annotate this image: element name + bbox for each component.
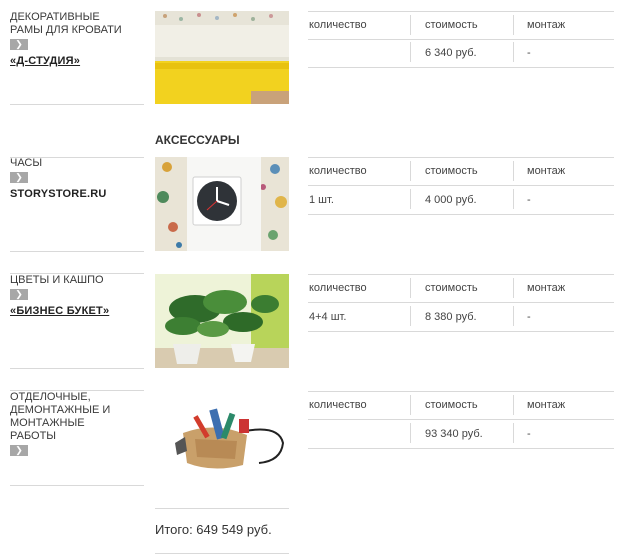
tools-photo — [155, 391, 289, 485]
mount-value: - — [527, 428, 531, 440]
cost-header: стоимость — [425, 399, 478, 411]
qty-value: 1 шт. — [309, 194, 334, 206]
chevron-right-icon[interactable]: ❯ — [10, 172, 28, 183]
qty-header: количество — [309, 282, 367, 294]
mount-value: - — [527, 47, 531, 59]
mount-header: монтаж — [527, 165, 566, 177]
mount-value: - — [527, 194, 531, 206]
item-category: ЧАСЫ — [10, 157, 43, 169]
item-4-info: ОТДЕЛОЧНЫЕ, ДЕМОНТАЖНЫЕ И МОНТАЖНЫЕ РАБО… — [10, 391, 132, 456]
divider — [10, 104, 144, 105]
cost-value: 4 000 руб. — [425, 194, 477, 206]
cost-header: стоимость — [425, 165, 478, 177]
mount-header: монтаж — [527, 399, 566, 411]
supplier-link[interactable]: STORYSTORE.RU — [10, 188, 107, 200]
cost-value: 8 380 руб. — [425, 311, 477, 323]
item-3-info: ЦВЕТЫ И КАШПО ❯ «БИЗНЕС БУКЕТ» — [10, 274, 130, 319]
item-category: ОТДЕЛОЧНЫЕ, ДЕМОНТАЖНЫЕ И МОНТАЖНЫЕ РАБО… — [10, 391, 111, 442]
supplier-link[interactable]: «Д-СТУДИЯ» — [10, 55, 80, 67]
chevron-right-icon[interactable]: ❯ — [10, 39, 28, 50]
qty-value: 4+4 шт. — [309, 311, 347, 323]
cost-value: 6 340 руб. — [425, 47, 477, 59]
item-1-info: ДЕКОРАТИВНЫЕ РАМЫ ДЛЯ КРОВАТИ ❯ «Д-СТУДИ… — [10, 11, 130, 69]
supplier-link[interactable]: «БИЗНЕС БУКЕТ» — [10, 305, 109, 317]
chevron-right-icon[interactable]: ❯ — [10, 289, 28, 300]
mount-header: монтаж — [527, 19, 566, 31]
cost-header: стоимость — [425, 19, 478, 31]
total-sum: Итого: 649 549 руб. — [155, 522, 272, 537]
item-category: ЦВЕТЫ И КАШПО — [10, 274, 104, 286]
plants-photo — [155, 274, 289, 368]
item-category: ДЕКОРАТИВНЫЕ РАМЫ ДЛЯ КРОВАТИ — [10, 11, 122, 36]
mount-value: - — [527, 311, 531, 323]
chevron-right-icon[interactable]: ❯ — [10, 445, 28, 456]
section-title: АКСЕССУАРЫ — [155, 133, 240, 147]
bed-frame-photo — [155, 11, 289, 104]
qty-header: количество — [309, 19, 367, 31]
cost-header: стоимость — [425, 282, 478, 294]
qty-header: количество — [309, 165, 367, 177]
clock-photo — [155, 157, 289, 251]
mount-header: монтаж — [527, 282, 566, 294]
cost-value: 93 340 руб. — [425, 428, 483, 440]
qty-header: количество — [309, 399, 367, 411]
item-2-info: ЧАСЫ ❯ STORYSTORE.RU — [10, 157, 130, 202]
